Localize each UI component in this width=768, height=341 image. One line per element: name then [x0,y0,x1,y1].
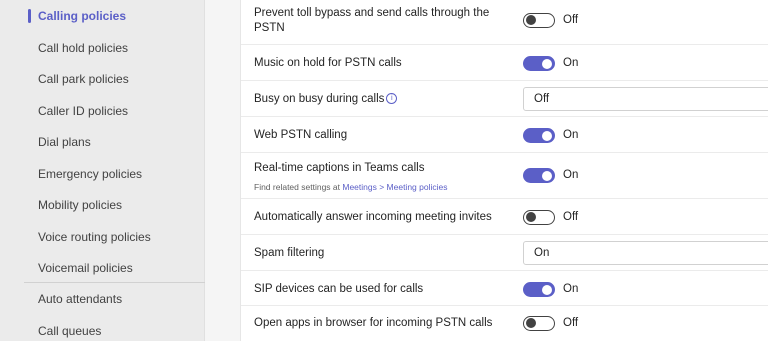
toggle-state-label: On [563,283,579,295]
toggle-state-label: Off [563,211,579,223]
setting-row-auto-answer-invites: Automatically answer incoming meeting in… [241,199,768,235]
meeting-policies-link[interactable]: Meetings > Meeting policies [342,182,447,192]
toggle-state-label: On [563,169,579,181]
toggle-state-label: On [563,129,579,141]
info-icon[interactable]: i [386,93,398,105]
sidebar-item-call-queues[interactable]: Call queues [38,323,101,339]
prevent-toll-bypass-toggle[interactable] [523,13,555,28]
auto-answer-invites-toggle[interactable] [523,210,555,225]
spam-filtering-dropdown[interactable]: On [523,241,768,265]
setting-label: Open apps in browser for incoming PSTN c… [254,317,493,329]
setting-row-music-on-hold: Music on hold for PSTN calls On [241,45,768,81]
toggle-state-label: Off [563,317,579,329]
music-on-hold-toggle[interactable] [523,56,555,71]
toggle-knob [542,130,552,141]
setting-label: Real-time captions in Teams calls [254,162,425,174]
toggle-knob [542,58,552,69]
setting-label: Prevent toll bypass and send calls throu… [254,7,490,34]
sidebar-item-caller-id-policies[interactable]: Caller ID policies [38,103,128,119]
sidebar-item-mobility-policies[interactable]: Mobility policies [38,197,122,213]
sidebar-item-call-park-policies[interactable]: Call park policies [38,71,129,87]
sidebar-item-calling-policies[interactable]: Calling policies [38,8,126,24]
web-pstn-calling-toggle[interactable] [523,128,555,143]
setting-row-real-time-captions: Real-time captions in Teams calls Find r… [241,153,768,199]
toggle-state-label: On [563,57,579,69]
setting-row-busy-on-busy: Busy on busy during calls i Off [241,81,768,117]
setting-row-open-apps-in-browser: Open apps in browser for incoming PSTN c… [241,306,768,341]
sip-devices-toggle[interactable] [523,282,555,297]
setting-row-web-pstn-calling: Web PSTN calling On [241,117,768,153]
settings-panel: Prevent toll bypass and send calls throu… [240,0,768,341]
toggle-knob [542,170,552,181]
toggle-knob [526,212,536,222]
busy-on-busy-dropdown[interactable]: Off [523,87,768,111]
sidebar-item-call-hold-policies[interactable]: Call hold policies [38,40,128,56]
sidebar-item-voicemail-policies[interactable]: Voicemail policies [38,260,133,276]
dropdown-value: On [534,247,550,259]
toggle-knob [526,318,536,328]
setting-label: Busy on busy during calls i [254,92,398,107]
setting-label: SIP devices can be used for calls [254,283,424,295]
setting-label: Music on hold for PSTN calls [254,57,402,69]
dropdown-value: Off [534,93,550,105]
toggle-state-label: Off [563,14,579,26]
setting-row-prevent-toll-bypass: Prevent toll bypass and send calls throu… [241,0,768,45]
setting-sublabel: Find related settings at Meetings > Meet… [254,182,448,192]
sidebar-item-dial-plans[interactable]: Dial plans [38,134,91,150]
setting-row-spam-filtering: Spam filtering On [241,235,768,271]
sidebar-item-emergency-policies[interactable]: Emergency policies [38,166,142,182]
setting-label: Web PSTN calling [254,129,348,141]
setting-row-sip-devices: SIP devices can be used for calls On [241,271,768,306]
setting-label: Spam filtering [254,247,325,259]
setting-label: Automatically answer incoming meeting in… [254,211,492,223]
toggle-knob [526,15,536,25]
open-apps-in-browser-toggle[interactable] [523,316,555,331]
sidebar-divider [24,282,205,283]
sidebar-item-auto-attendants[interactable]: Auto attendants [38,291,122,307]
toggle-knob [542,284,552,295]
active-indicator [28,9,31,23]
sidebar-item-voice-routing-policies[interactable]: Voice routing policies [38,229,151,245]
real-time-captions-toggle[interactable] [523,168,555,183]
sidebar-nav: Calling policies Call hold policies Call… [0,0,205,341]
